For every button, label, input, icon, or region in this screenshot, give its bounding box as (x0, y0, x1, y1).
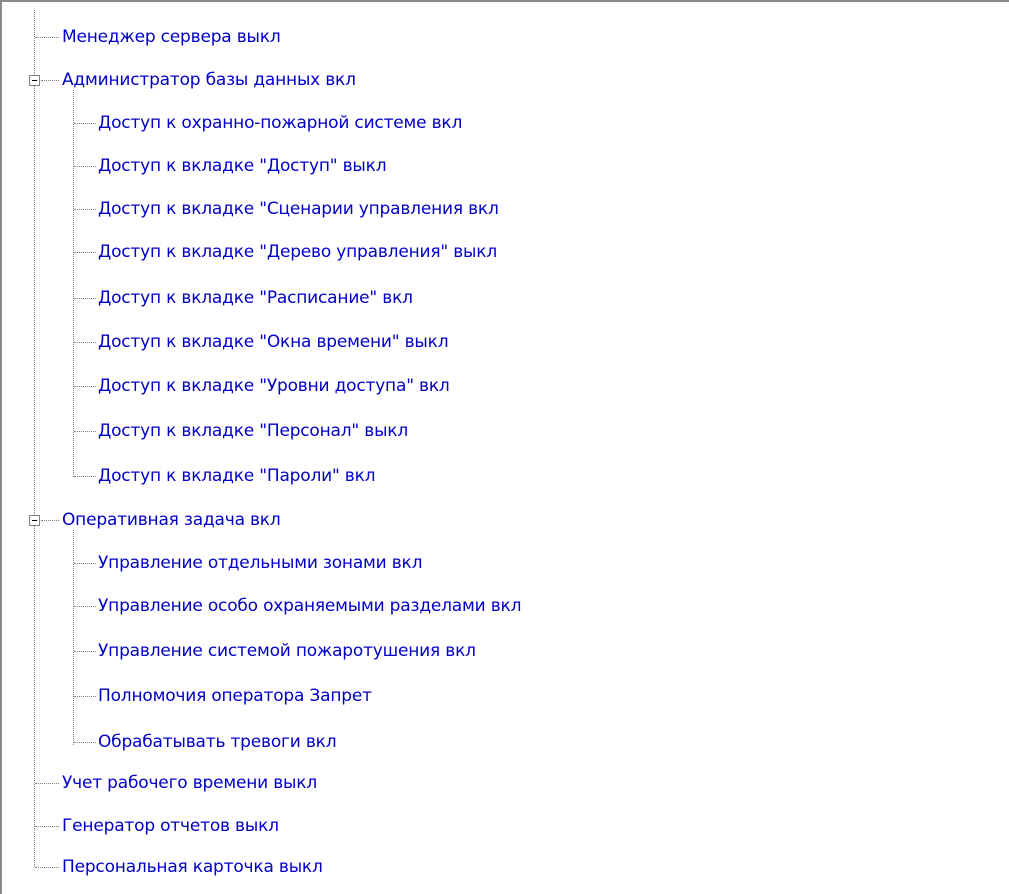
tree-node-child[interactable]: Доступ к вкладке "Дерево управления" вык… (98, 237, 497, 267)
tree-connector (35, 37, 59, 38)
tree-connector (35, 867, 59, 868)
tree-node-label[interactable]: Доступ к вкладке "Пароли" вкл (98, 466, 376, 486)
tree-connector (74, 386, 96, 387)
tree-node-child[interactable]: Доступ к вкладке "Сценарии управления вк… (98, 194, 499, 224)
tree-connector (74, 342, 96, 343)
tree-node-child[interactable]: Доступ к вкладке "Окна времени" выкл (98, 327, 449, 357)
tree-node-label[interactable]: Управление особо охраняемыми разделами в… (98, 596, 521, 616)
tree-connector (74, 651, 96, 652)
tree-node-db-admin[interactable]: Администратор базы данных вкл (62, 65, 356, 95)
tree-node-child[interactable]: Доступ к вкладке "Расписание" вкл (98, 283, 413, 313)
tree-node-child[interactable]: Доступ к охранно-пожарной системе вкл (98, 108, 462, 138)
collapse-toggle-icon[interactable] (29, 515, 40, 526)
tree-node-child[interactable]: Обрабатывать тревоги вкл (98, 727, 337, 757)
tree-connector (74, 476, 96, 477)
tree-connector (74, 298, 96, 299)
tree-node-label[interactable]: Доступ к вкладке "Дерево управления" вык… (98, 242, 497, 262)
tree-node-label[interactable]: Оперативная задача вкл (62, 510, 281, 530)
tree-node-label[interactable]: Управление системой пожаротушения вкл (98, 641, 476, 661)
tree-node-label[interactable]: Доступ к вкладке "Окна времени" выкл (98, 332, 449, 352)
tree-node-operative-task[interactable]: Оперативная задача вкл (62, 505, 281, 535)
tree-node-label[interactable]: Менеджер сервера выкл (62, 27, 281, 47)
collapse-toggle-icon[interactable] (29, 75, 40, 86)
tree-connector (35, 826, 59, 827)
tree-connector (74, 563, 96, 564)
tree-node-label[interactable]: Учет рабочего времени выкл (62, 773, 317, 793)
tree-view[interactable]: Менеджер сервера выкл Администратор базы… (0, 0, 1009, 894)
tree-node-label[interactable]: Персональная карточка выкл (62, 857, 323, 877)
tree-node-child[interactable]: Доступ к вкладке "Персонал" выкл (98, 416, 408, 446)
tree-node-child[interactable]: Доступ к вкладке "Уровни доступа" вкл (98, 371, 450, 401)
tree-node-label[interactable]: Администратор базы данных вкл (62, 70, 356, 90)
tree-node-label[interactable]: Доступ к вкладке "Персонал" выкл (98, 421, 408, 441)
tree-connector (74, 123, 96, 124)
tree-connector (74, 742, 96, 743)
tree-node-label[interactable]: Доступ к вкладке "Расписание" вкл (98, 288, 413, 308)
tree-node-label[interactable]: Генератор отчетов выкл (62, 816, 279, 836)
tree-branch-line (73, 90, 74, 477)
tree-node-report-generator[interactable]: Генератор отчетов выкл (62, 811, 279, 841)
tree-node-child[interactable]: Управление особо охраняемыми разделами в… (98, 591, 521, 621)
tree-node-child[interactable]: Управление системой пожаротушения вкл (98, 636, 476, 666)
tree-node-label[interactable]: Полномочия оператора Запрет (98, 686, 372, 706)
tree-root-line (34, 10, 35, 867)
tree-node-label[interactable]: Обрабатывать тревоги вкл (98, 732, 337, 752)
tree-node-label[interactable]: Управление отдельными зонами вкл (98, 553, 422, 573)
tree-node-personal-card[interactable]: Персональная карточка выкл (62, 852, 323, 882)
tree-node-child[interactable]: Доступ к вкладке "Доступ" выкл (98, 151, 387, 181)
tree-node-child[interactable]: Полномочия оператора Запрет (98, 681, 372, 711)
tree-node-label[interactable]: Доступ к вкладке "Доступ" выкл (98, 156, 387, 176)
tree-connector (74, 209, 96, 210)
tree-connector (74, 606, 96, 607)
tree-connector (74, 696, 96, 697)
tree-node-label[interactable]: Доступ к вкладке "Уровни доступа" вкл (98, 376, 450, 396)
tree-node-child[interactable]: Доступ к вкладке "Пароли" вкл (98, 461, 376, 491)
tree-connector (35, 783, 59, 784)
tree-node-label[interactable]: Доступ к охранно-пожарной системе вкл (98, 113, 462, 133)
tree-node-child[interactable]: Управление отдельными зонами вкл (98, 548, 422, 578)
tree-connector (74, 431, 96, 432)
tree-node-work-time[interactable]: Учет рабочего времени выкл (62, 768, 317, 798)
tree-node-server-manager[interactable]: Менеджер сервера выкл (62, 22, 281, 52)
tree-connector (41, 520, 59, 521)
tree-node-label[interactable]: Доступ к вкладке "Сценарии управления вк… (98, 199, 499, 219)
tree-connector (74, 252, 96, 253)
tree-connector (74, 166, 96, 167)
tree-connector (41, 80, 59, 81)
